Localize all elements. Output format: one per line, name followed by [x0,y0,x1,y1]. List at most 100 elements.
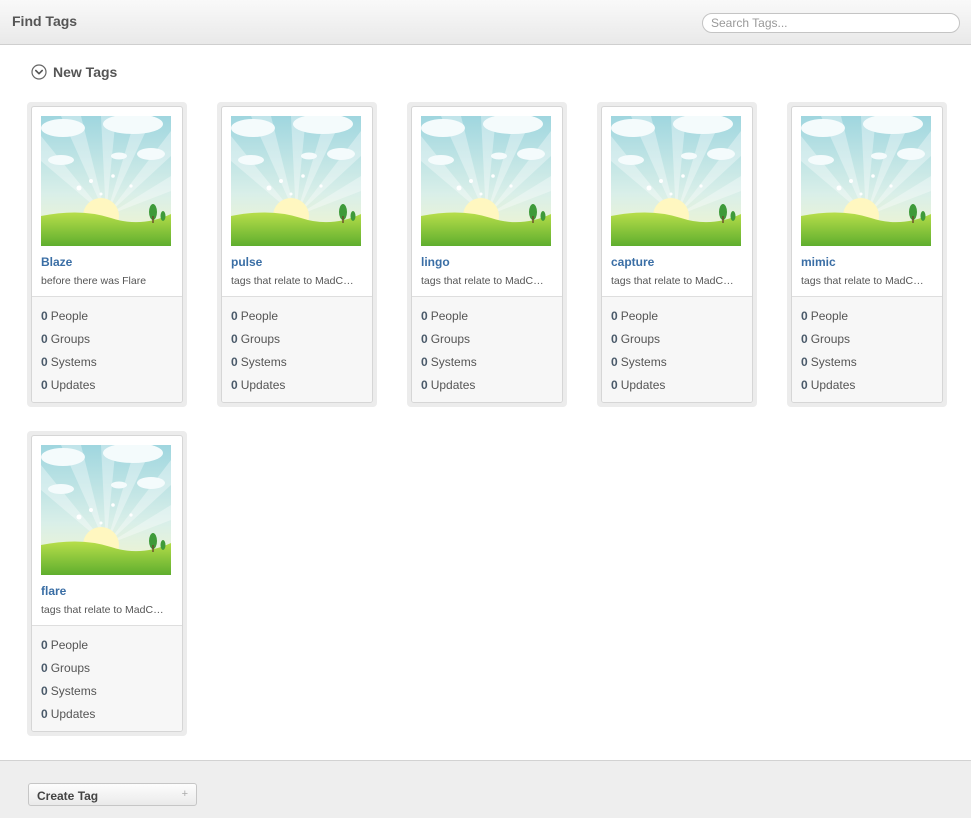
tag-card-inner: pulse tags that relate to MadCa... 0 Peop… [221,106,373,403]
tag-name-link[interactable]: capture [611,255,654,269]
groups-count: 0 [611,332,618,346]
systems-count: 0 [41,684,48,698]
updates-count: 0 [421,378,428,392]
stat-updates[interactable]: 0 Updates [611,378,665,392]
people-count: 0 [801,309,808,323]
tag-card-inner: flare tags that relate to MadCa... 0 Peop… [31,435,183,732]
stat-groups[interactable]: 0 Groups [611,332,660,346]
groups-count: 0 [41,661,48,675]
stat-updates[interactable]: 0 Updates [421,378,475,392]
tag-card-inner: Blaze before there was Flare 0 People 0 Gr… [31,106,183,403]
groups-count: 0 [801,332,808,346]
stat-systems[interactable]: 0 Systems [231,355,287,369]
people-count: 0 [421,309,428,323]
stat-systems[interactable]: 0 Systems [801,355,857,369]
systems-label: Systems [240,355,287,369]
updates-label: Updates [430,378,476,392]
tag-description: tags that relate to MadCa... [231,275,355,287]
stat-groups[interactable]: 0 Groups [231,332,280,346]
systems-count: 0 [801,355,808,369]
updates-label: Updates [240,378,286,392]
updates-count: 0 [41,378,48,392]
stat-people[interactable]: 0 People [801,309,848,323]
people-label: People [50,638,89,652]
systems-label: Systems [810,355,857,369]
updates-count: 0 [41,707,48,721]
stat-people[interactable]: 0 People [41,638,88,652]
updates-label: Updates [810,378,856,392]
stat-updates[interactable]: 0 Updates [231,378,285,392]
groups-label: Groups [810,332,851,346]
tag-stats: 0 People 0 Groups 0 Systems 0 Updates [32,625,182,731]
updates-count: 0 [611,378,618,392]
tag-image[interactable] [801,116,931,246]
tag-card-inner: lingo tags that relate to MadCa... 0 Peop… [411,106,563,403]
create-tag-label: Create Tag [37,789,99,803]
tag-card: pulse tags that relate to MadCa... 0 Peop… [217,102,377,407]
stat-systems[interactable]: 0 Systems [611,355,667,369]
people-label: People [810,309,849,323]
tag-name-link[interactable]: flare [41,584,66,598]
systems-count: 0 [611,355,618,369]
tag-name-link[interactable]: pulse [231,255,262,269]
systems-count: 0 [231,355,238,369]
stat-updates[interactable]: 0 Updates [41,707,95,721]
stat-updates[interactable]: 0 Updates [41,378,95,392]
tag-name-link[interactable]: Blaze [41,255,72,269]
tag-description: before there was Flare [41,275,147,287]
create-tag-button[interactable]: Create Tag + [28,783,197,806]
systems-count: 0 [421,355,428,369]
people-count: 0 [41,309,48,323]
groups-label: Groups [620,332,661,346]
stat-systems[interactable]: 0 Systems [41,684,97,698]
groups-count: 0 [421,332,428,346]
tag-card: capture tags that relate to MadCa... 0 Pe… [597,102,757,407]
search-input[interactable] [702,13,960,33]
systems-label: Systems [50,355,97,369]
stat-updates[interactable]: 0 Updates [801,378,855,392]
updates-label: Updates [620,378,666,392]
stat-groups[interactable]: 0 Groups [801,332,850,346]
systems-count: 0 [41,355,48,369]
stat-people[interactable]: 0 People [611,309,658,323]
tag-image[interactable] [41,445,171,575]
tag-card: mimic tags that relate to MadCa... 0 Peop… [787,102,947,407]
tag-image[interactable] [611,116,741,246]
stat-groups[interactable]: 0 Groups [41,661,90,675]
people-label: People [620,309,659,323]
stat-people[interactable]: 0 People [421,309,468,323]
header-bar: Find Tags [0,0,971,45]
tag-stats: 0 People 0 Groups 0 Systems 0 Updates [32,296,182,402]
stat-systems[interactable]: 0 Systems [41,355,97,369]
systems-label: Systems [50,684,97,698]
tag-stats: 0 People 0 Groups 0 Systems 0 Updates [412,296,562,402]
updates-label: Updates [50,378,96,392]
stat-systems[interactable]: 0 Systems [421,355,477,369]
updates-label: Updates [50,707,96,721]
people-label: People [240,309,279,323]
stat-people[interactable]: 0 People [41,309,88,323]
groups-label: Groups [430,332,471,346]
people-count: 0 [231,309,238,323]
section-toggle[interactable]: New Tags [31,63,117,81]
stat-people[interactable]: 0 People [231,309,278,323]
tag-card: flare tags that relate to MadCa... 0 Peop… [27,431,187,736]
updates-count: 0 [231,378,238,392]
tag-image[interactable] [421,116,551,246]
chevron-down-icon [31,64,47,80]
tag-card: Blaze before there was Flare 0 People 0 Gr… [27,102,187,407]
stat-groups[interactable]: 0 Groups [421,332,470,346]
groups-label: Groups [240,332,281,346]
footer-bar: Create Tag + [0,760,971,818]
systems-label: Systems [430,355,477,369]
tag-image[interactable] [231,116,361,246]
people-count: 0 [41,638,48,652]
tag-card: lingo tags that relate to MadCa... 0 Peop… [407,102,567,407]
tag-stats: 0 People 0 Groups 0 Systems 0 Updates [222,296,372,402]
tag-name-link[interactable]: lingo [421,255,450,269]
people-label: People [430,309,469,323]
stat-groups[interactable]: 0 Groups [41,332,90,346]
tag-card-inner: capture tags that relate to MadCa... 0 Pe… [601,106,753,403]
tag-image[interactable] [41,116,171,246]
tag-name-link[interactable]: mimic [801,255,836,269]
